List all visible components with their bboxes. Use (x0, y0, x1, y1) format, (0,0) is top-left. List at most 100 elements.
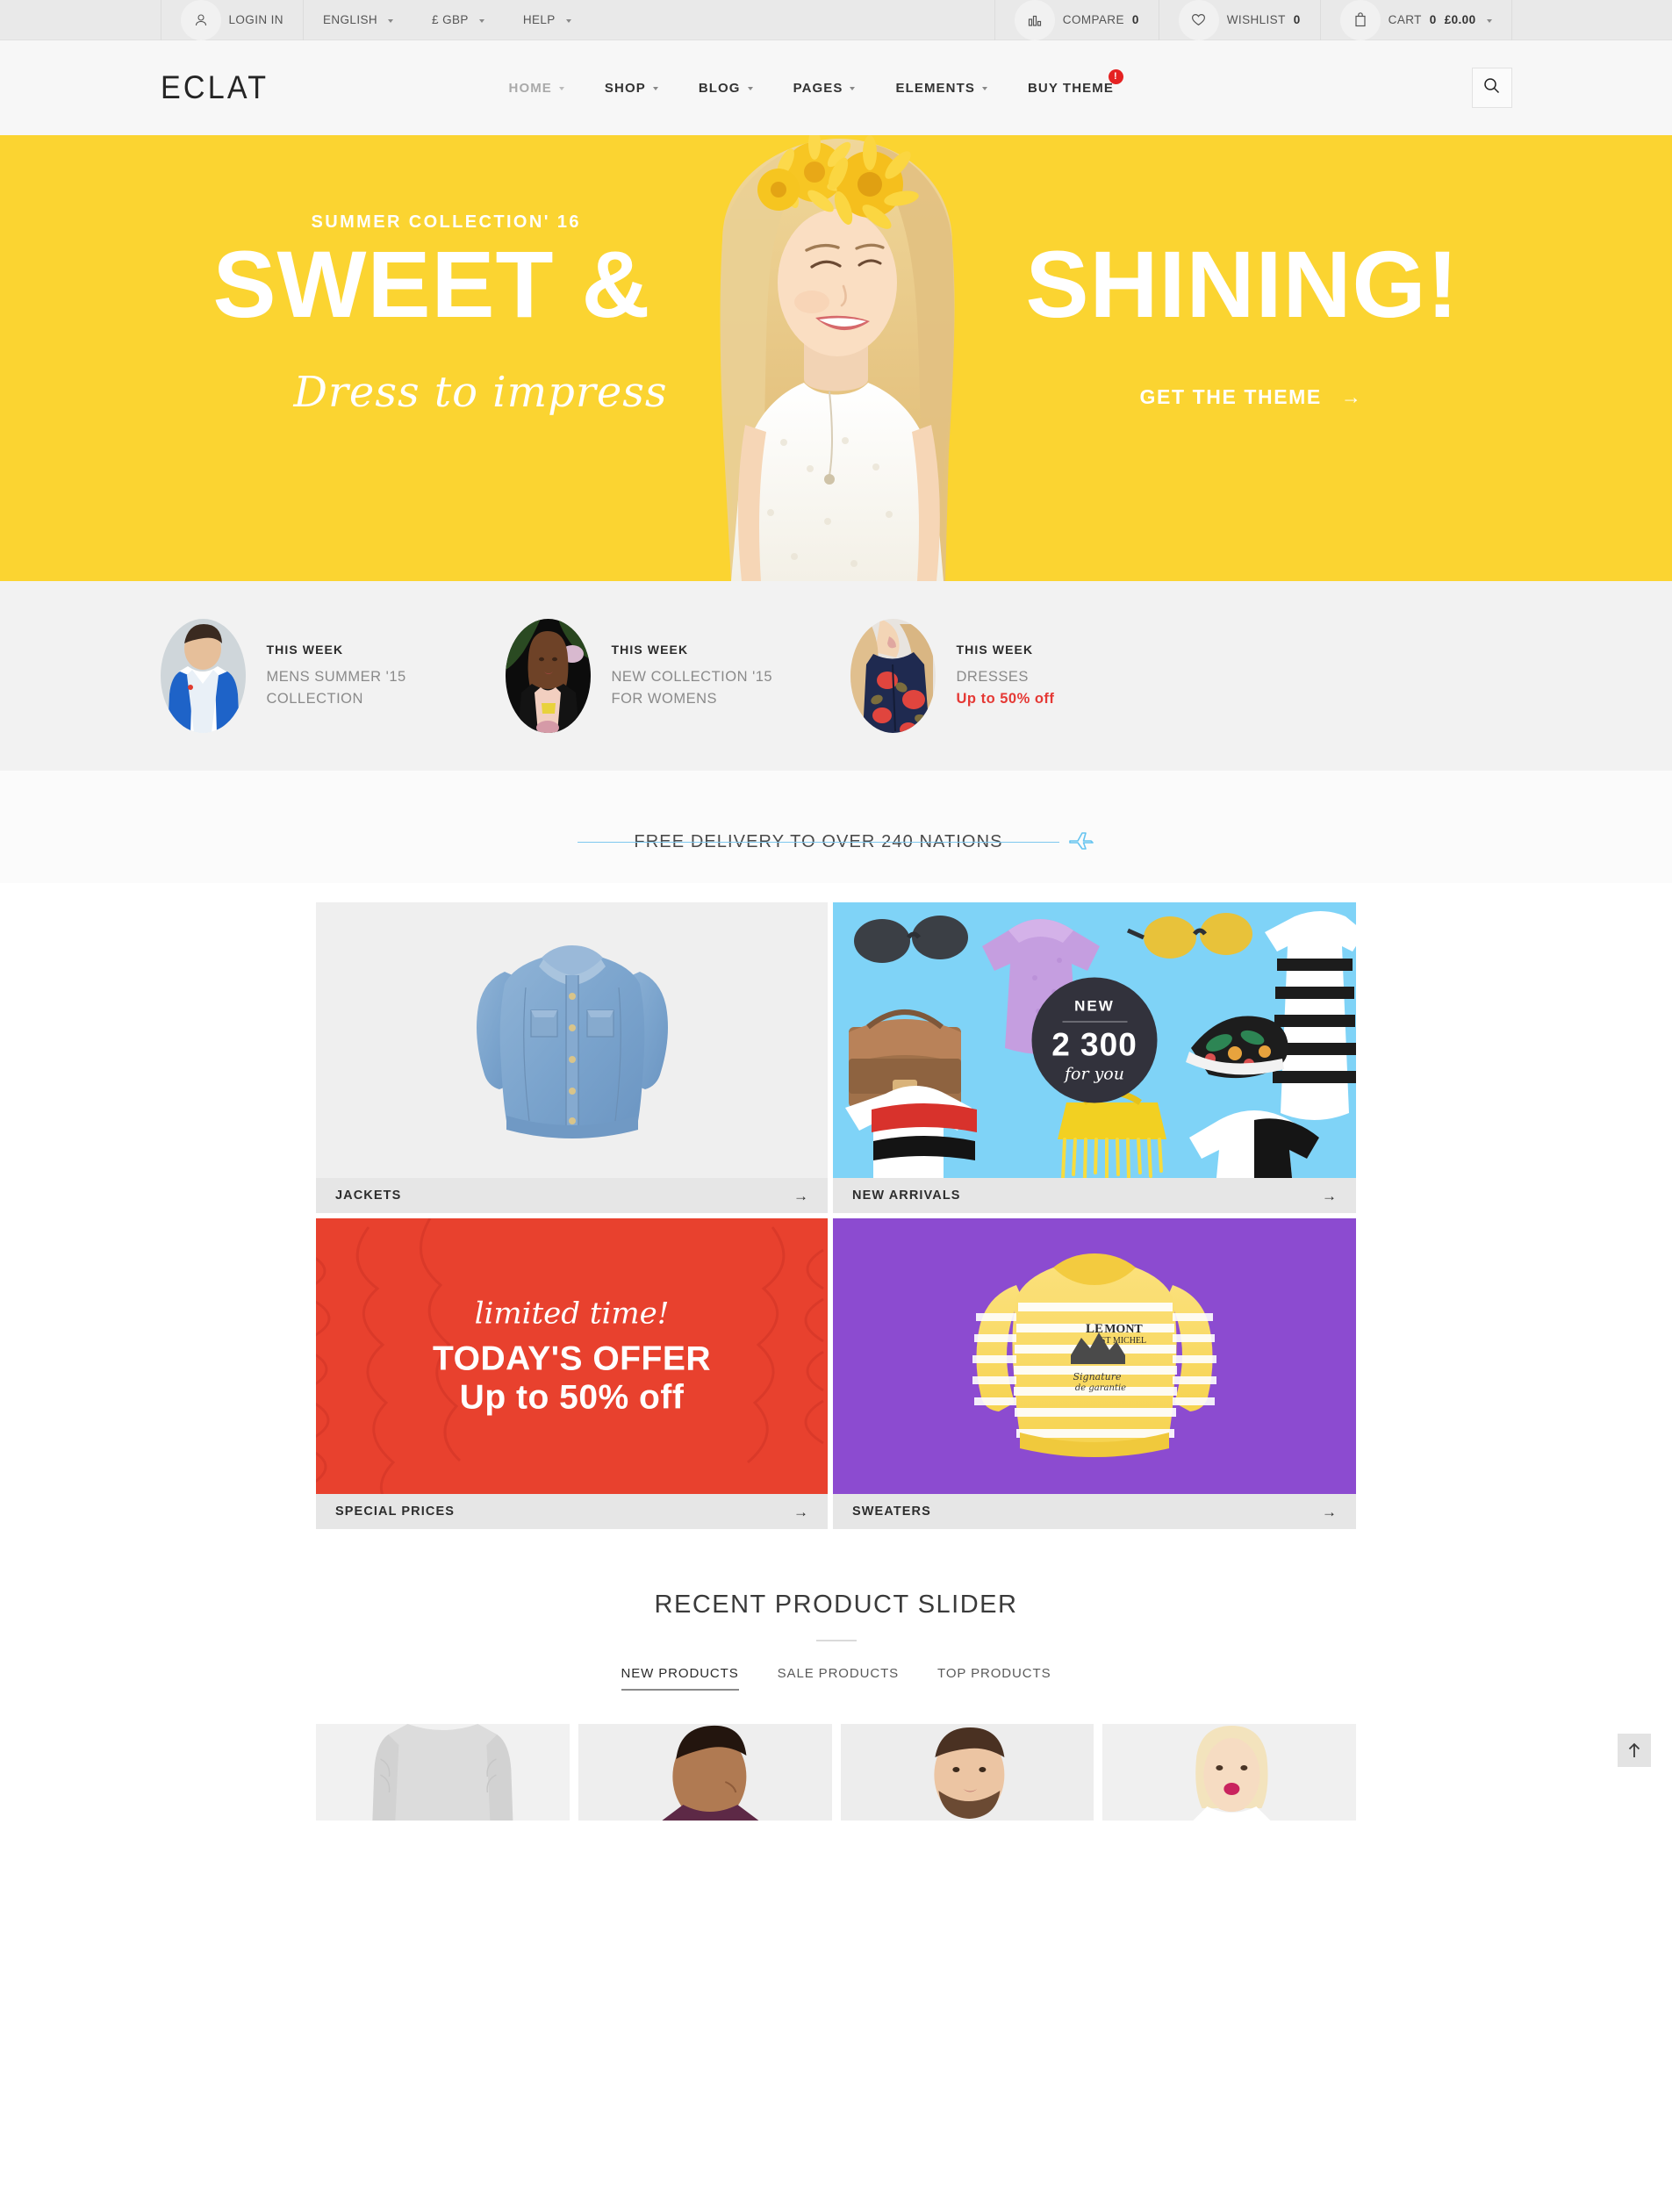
nav-item-elements[interactable]: ELEMENTS (875, 81, 1007, 96)
nav-label: HOME (508, 80, 552, 96)
nav-item-pages[interactable]: PAGES (773, 81, 876, 96)
cart-total: £0.00 (1444, 13, 1476, 26)
chevron-down-icon (565, 18, 571, 23)
svg-text:ST MICHEL: ST MICHEL (1101, 1336, 1146, 1346)
compare-count: 0 (1131, 13, 1139, 26)
tile-label: SPECIAL PRICES (335, 1505, 455, 1519)
nav-item-shop[interactable]: SHOP (585, 81, 678, 96)
cart-count: 0 (1429, 13, 1437, 26)
compare-label: COMPARE (1062, 13, 1124, 26)
promo-item-mens[interactable]: THIS WEEK MENS SUMMER '15 COLLECTION (160, 619, 506, 733)
product-card[interactable] (578, 1724, 832, 1821)
chevron-down-icon (388, 18, 394, 23)
tile-image-jackets (316, 902, 828, 1178)
scroll-to-top-button[interactable] (1618, 1734, 1651, 1767)
cart-link[interactable]: CART 0 £0.00 (1321, 0, 1511, 40)
chevron-down-icon (747, 87, 753, 90)
heart-icon (1178, 0, 1219, 40)
tile-bar-jackets[interactable]: JACKETS → (316, 1178, 828, 1213)
tile-image-special-prices: limited time! TODAY'S OFFER Up to 50% of… (316, 1218, 828, 1494)
badge-divider (1062, 1021, 1127, 1022)
badge-top-label: NEW (1074, 997, 1115, 1014)
top-utility-bar: LOGIN IN ENGLISH £ GBP HELP COMPARE 0 WI… (0, 0, 1672, 40)
arrow-right-icon: → (793, 1187, 808, 1204)
divider (1511, 0, 1512, 40)
currency-label: £ GBP (432, 13, 469, 26)
tile-label: NEW ARRIVALS (852, 1189, 961, 1203)
tile-bar-new-arrivals[interactable]: NEW ARRIVALS → (833, 1178, 1356, 1213)
wishlist-count: 0 (1293, 13, 1301, 26)
hero-kicker: SUMMER COLLECTION' 16 (311, 212, 581, 232)
promo-line1: MENS SUMMER '15 (266, 668, 406, 685)
promo-thumbnail-mens (160, 619, 246, 733)
tile-label: JACKETS (335, 1189, 402, 1203)
nav-label: BUY THEME (1027, 80, 1114, 96)
tile-image-new-arrivals: NEW 2 300 for you (833, 902, 1356, 1178)
hero-headline-right: SHINING! (1025, 231, 1460, 337)
login-link[interactable]: LOGIN IN (161, 0, 303, 40)
delivery-text: FREE DELIVERY TO OVER 240 NATIONS (628, 832, 1008, 852)
recent-product-slider-section: RECENT PRODUCT SLIDER NEW PRODUCTS SALE … (0, 1529, 1672, 1821)
cart-bag-icon (1339, 0, 1381, 40)
promo-kicker: THIS WEEK (266, 643, 344, 657)
product-card[interactable] (840, 1724, 1094, 1821)
arrow-right-icon: → (1340, 385, 1363, 408)
currency-selector[interactable]: £ GBP (413, 0, 504, 40)
tile-special-prices[interactable]: limited time! TODAY'S OFFER Up to 50% of… (316, 1218, 828, 1529)
tile-bar-sweaters[interactable]: SWEATERS → (833, 1494, 1356, 1529)
hero-subtitle: Dress to impress (293, 368, 668, 417)
promo-thumbnail-dresses (850, 619, 936, 733)
help-menu[interactable]: HELP (504, 0, 591, 40)
tile-jackets[interactable]: JACKETS → (316, 902, 828, 1213)
tab-label: TOP PRODUCTS (937, 1666, 1051, 1681)
chevron-down-icon (1486, 18, 1492, 23)
tile-label: SWEATERS (852, 1505, 931, 1519)
chevron-down-icon (850, 87, 856, 90)
nav-item-buy-theme[interactable]: BUY THEME ! (1008, 68, 1134, 96)
nav-label: ELEMENTS (895, 80, 975, 96)
product-card[interactable] (1102, 1724, 1356, 1821)
language-selector[interactable]: ENGLISH (304, 0, 413, 40)
product-card[interactable] (316, 1724, 570, 1821)
promo-line2: FOR WOMENS (611, 691, 717, 707)
promo-kicker: THIS WEEK (611, 643, 689, 657)
tab-label: SALE PRODUCTS (777, 1666, 900, 1681)
nav-label: PAGES (793, 80, 843, 96)
language-label: ENGLISH (322, 13, 378, 26)
hero-cta-button[interactable]: GET THE THEME → (1140, 385, 1363, 409)
badge-number: 2 300 (1051, 1026, 1137, 1062)
product-card-row (316, 1724, 1356, 1821)
offer-copy: limited time! TODAY'S OFFER Up to 50% of… (370, 1296, 774, 1416)
decorative-line-left (578, 841, 633, 843)
section-title: RECENT PRODUCT SLIDER (654, 1591, 1018, 1619)
promo-item-womens[interactable]: THIS WEEK NEW COLLECTION '15 FOR WOMENS (505, 619, 850, 733)
tile-bar-special-prices[interactable]: SPECIAL PRICES → (316, 1494, 828, 1529)
wishlist-link[interactable]: WISHLIST 0 (1159, 0, 1320, 40)
tile-image-sweaters: LE MONT ST MICHEL Signature de garantie (833, 1218, 1356, 1494)
svg-text:Signature: Signature (1073, 1371, 1122, 1382)
compare-link[interactable]: COMPARE 0 (995, 0, 1159, 40)
search-button[interactable] (1471, 68, 1512, 108)
tile-sweaters[interactable]: LE MONT ST MICHEL Signature de garantie … (833, 1218, 1356, 1529)
site-logo[interactable]: ECLAT (161, 69, 269, 106)
login-label: LOGIN IN (228, 13, 283, 26)
alert-badge: ! (1108, 68, 1123, 84)
compare-icon (1014, 0, 1055, 40)
strike-line (628, 842, 1008, 843)
offer-script-text: limited time! (474, 1296, 670, 1332)
arrow-right-icon: → (793, 1503, 808, 1520)
nav-item-blog[interactable]: BLOG (678, 81, 773, 96)
promo-line2: COLLECTION (266, 691, 363, 707)
decorative-line-right (1004, 841, 1059, 843)
hero-headline: SWEET & SHINING! (161, 237, 1512, 332)
badge-bottom-label: for you (1064, 1064, 1124, 1083)
tile-new-arrivals[interactable]: NEW 2 300 for you NEW ARRIVALS → (833, 902, 1356, 1213)
promo-line2: Up to 50% off (956, 691, 1055, 707)
tab-sale-products[interactable]: SALE PRODUCTS (778, 1666, 899, 1691)
free-delivery-banner: FREE DELIVERY TO OVER 240 NATIONS (0, 771, 1672, 883)
tab-new-products[interactable]: NEW PRODUCTS (621, 1666, 739, 1691)
promo-item-dresses[interactable]: THIS WEEK DRESSES Up to 50% off (850, 619, 1195, 733)
nav-item-home[interactable]: HOME (489, 81, 585, 96)
section-divider (815, 1640, 857, 1641)
tab-top-products[interactable]: TOP PRODUCTS (937, 1666, 1051, 1691)
